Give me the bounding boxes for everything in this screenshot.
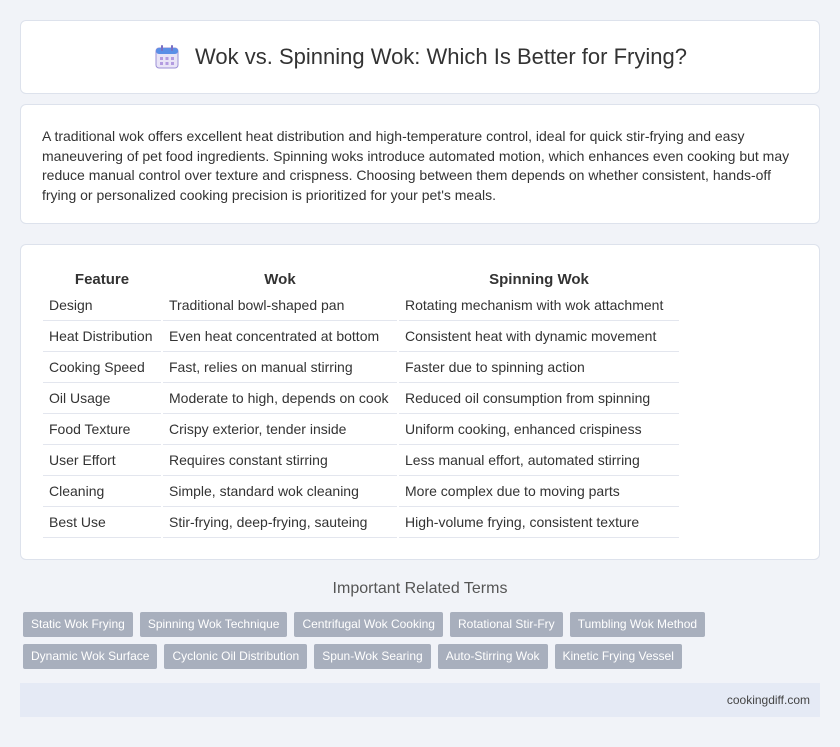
related-term-tag[interactable]: Auto-Stirring Wok bbox=[437, 644, 548, 669]
page-header: Wok vs. Spinning Wok: Which Is Better fo… bbox=[20, 20, 820, 94]
table-cell: High-volume frying, consistent texture bbox=[399, 507, 679, 538]
tag-row: Static Wok Frying Spinning Wok Technique C… bbox=[23, 612, 823, 637]
calendar-icon bbox=[153, 43, 181, 71]
comparison-card: Feature Wok Spinning Wok Design Tradition… bbox=[20, 244, 820, 560]
related-term-tag[interactable]: Tumbling Wok Method bbox=[569, 612, 706, 637]
table-cell: Faster due to spinning action bbox=[399, 352, 679, 383]
table-cell: Moderate to high, depends on cook bbox=[163, 383, 397, 414]
table-cell: Simple, standard wok cleaning bbox=[163, 476, 397, 507]
related-term-tag[interactable]: Cyclonic Oil Distribution bbox=[164, 644, 308, 669]
table-cell: Cooking Speed bbox=[43, 352, 161, 383]
footer-site[interactable]: cookingdiff.com bbox=[727, 693, 810, 707]
table-cell: Cleaning bbox=[43, 476, 161, 507]
table-cell: More complex due to moving parts bbox=[399, 476, 679, 507]
table-row: User Effort Requires constant stirring Les… bbox=[43, 445, 679, 476]
table-cell: Consistent heat with dynamic movement bbox=[399, 321, 679, 352]
column-header: Spinning Wok bbox=[489, 271, 589, 288]
table-cell: Food Texture bbox=[43, 414, 161, 445]
comparison-table: Feature Wok Spinning Wok Design Tradition… bbox=[41, 265, 681, 538]
table-row: Oil Usage Moderate to high, depends on co… bbox=[43, 383, 679, 414]
table-body: Design Traditional bowl-shaped pan Rotatin… bbox=[43, 290, 679, 538]
table-cell: Traditional bowl-shaped pan bbox=[163, 290, 397, 321]
table-cell: Even heat concentrated at bottom bbox=[163, 321, 397, 352]
table-row: Cleaning Simple, standard wok cleaning Mor… bbox=[43, 476, 679, 507]
related-term-tag[interactable]: Kinetic Frying Vessel bbox=[554, 644, 682, 669]
table-cell: Stir-frying, deep-frying, sauteing bbox=[163, 507, 397, 538]
table-cell: Requires constant stirring bbox=[163, 445, 397, 476]
footer: cookingdiff.com bbox=[20, 683, 820, 717]
table-cell: Uniform cooking, enhanced crispiness bbox=[399, 414, 679, 445]
related-terms-title: Important Related Terms bbox=[332, 580, 508, 597]
table-cell: Fast, relies on manual stirring bbox=[163, 352, 397, 383]
table-cell: Reduced oil consumption from spinning bbox=[399, 383, 679, 414]
related-term-tag[interactable]: Static Wok Frying bbox=[23, 612, 133, 637]
table-cell: Best Use bbox=[43, 507, 161, 538]
page-title: Wok vs. Spinning Wok: Which Is Better fo… bbox=[195, 44, 687, 69]
tag-row: Dynamic Wok Surface Cyclonic Oil Distribu… bbox=[23, 644, 823, 669]
table-row: Best Use Stir-frying, deep-frying, sautei… bbox=[43, 507, 679, 538]
table-header-row: Feature Wok Spinning Wok bbox=[43, 265, 679, 290]
column-header: Feature bbox=[74, 271, 130, 288]
related-term-tag[interactable]: Dynamic Wok Surface bbox=[23, 644, 158, 669]
table-cell: Rotating mechanism with wok attachment bbox=[399, 290, 679, 321]
intro-text: A traditional wok offers excellent heat … bbox=[42, 128, 790, 203]
related-term-tag[interactable]: Spun-Wok Searing bbox=[314, 644, 431, 669]
related-term-tag[interactable]: Rotational Stir-Fry bbox=[449, 612, 563, 637]
table-cell: User Effort bbox=[43, 445, 161, 476]
related-term-tag[interactable]: Centrifugal Wok Cooking bbox=[294, 612, 443, 637]
related-terms-tags: Static Wok Frying Spinning Wok Technique C… bbox=[23, 612, 823, 676]
table-cell: Heat Distribution bbox=[43, 321, 161, 352]
table-row: Design Traditional bowl-shaped pan Rotatin… bbox=[43, 290, 679, 321]
table-cell: Less manual effort, automated stirring bbox=[399, 445, 679, 476]
table-row: Food Texture Crispy exterior, tender insi… bbox=[43, 414, 679, 445]
column-header: Wok bbox=[264, 271, 296, 288]
table-cell: Oil Usage bbox=[43, 383, 161, 414]
table-cell: Crispy exterior, tender inside bbox=[163, 414, 397, 445]
intro-card: A traditional wok offers excellent heat … bbox=[20, 104, 820, 224]
related-term-tag[interactable]: Spinning Wok Technique bbox=[139, 612, 288, 637]
table-cell: Design bbox=[43, 290, 161, 321]
table-row: Heat Distribution Even heat concentrated … bbox=[43, 321, 679, 352]
table-row: Cooking Speed Fast, relies on manual stir… bbox=[43, 352, 679, 383]
